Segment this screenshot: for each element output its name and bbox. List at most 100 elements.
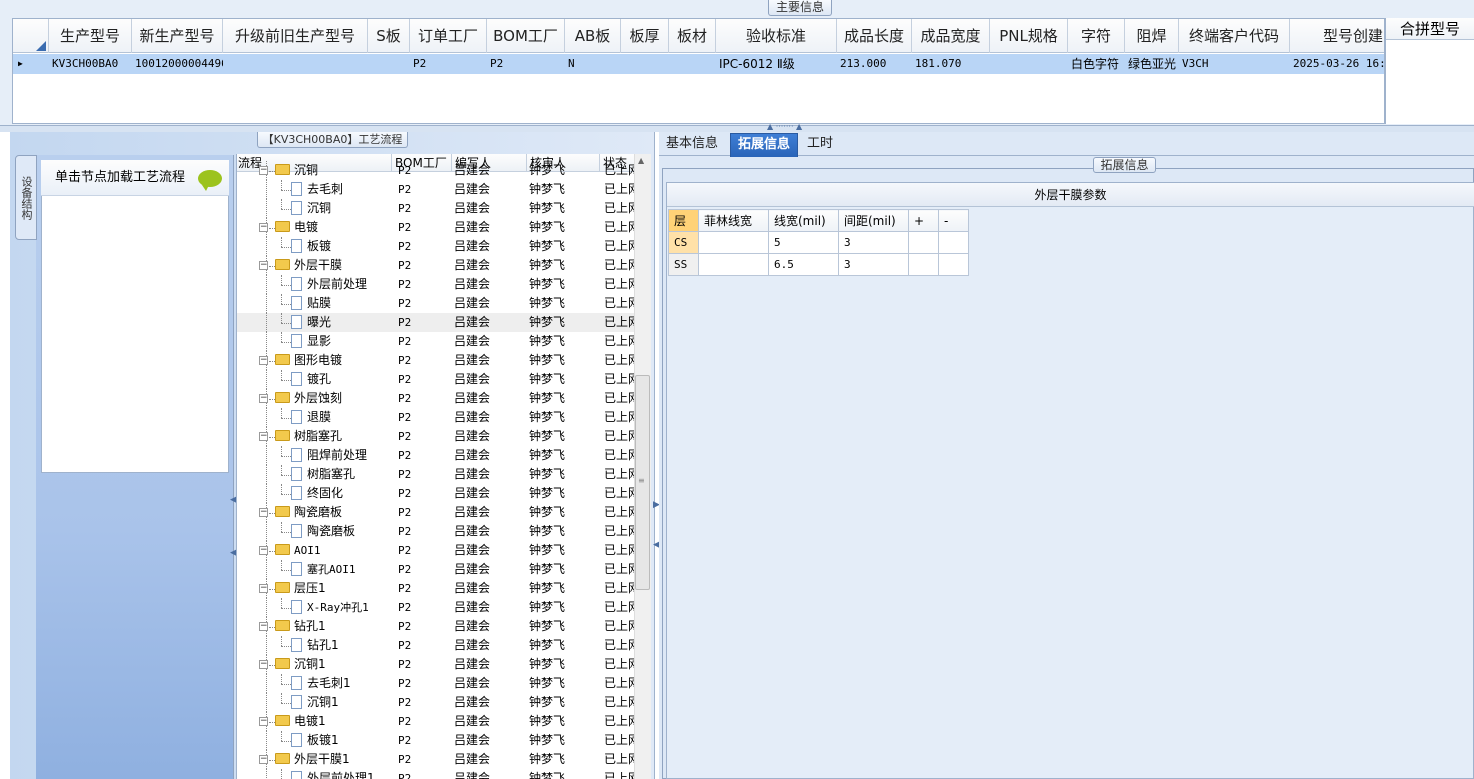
tree-row[interactable]: X-Ray冲孔1 P2 吕建会 钟梦飞 已上网 bbox=[237, 598, 640, 617]
grid-row[interactable]: ▶ KV3CH00BA0 10012000004496 P2 P2 N IPC-6012 Ⅱ… bbox=[13, 54, 1384, 74]
tree-cell-writer[interactable]: 吕建会 bbox=[454, 218, 524, 237]
tree-cell-factory[interactable]: P2 bbox=[398, 370, 448, 389]
tree-node-name[interactable]: 板镀1 bbox=[291, 731, 390, 750]
grid-cell[interactable]: KV3CH00BA0 bbox=[49, 54, 132, 74]
tree-cell-reviewer[interactable]: 钟梦飞 bbox=[529, 731, 599, 750]
tree-cell-reviewer[interactable]: 钟梦飞 bbox=[529, 769, 599, 779]
table-cell[interactable]: CS bbox=[668, 231, 699, 254]
tab-work-hours[interactable]: 工时 bbox=[800, 133, 840, 157]
tree-cell-reviewer[interactable]: 钟梦飞 bbox=[529, 503, 599, 522]
tree-node-name[interactable]: 阻焊前处理 bbox=[291, 446, 390, 465]
tree-cell-factory[interactable]: P2 bbox=[398, 465, 448, 484]
collapse-toggle-icon[interactable]: − bbox=[259, 622, 268, 631]
collapse-toggle-icon[interactable]: − bbox=[259, 432, 268, 441]
table-cell[interactable]: 3 bbox=[838, 231, 909, 254]
grid-cell[interactable] bbox=[621, 54, 669, 74]
tree-row[interactable]: − 电镀 P2 吕建会 钟梦飞 已上网 bbox=[237, 218, 640, 237]
tree-node-name[interactable]: 镀孔 bbox=[291, 370, 390, 389]
grid-column-header[interactable]: 升级前旧生产型号 bbox=[223, 19, 368, 53]
grid-cell[interactable]: 213.000 bbox=[837, 54, 912, 74]
table-row[interactable]: SS 6.5 3 bbox=[668, 253, 969, 276]
tree-cell-factory[interactable]: P2 bbox=[398, 731, 448, 750]
collapse-toggle-icon[interactable]: − bbox=[259, 660, 268, 669]
tree-cell-writer[interactable]: 吕建会 bbox=[454, 351, 524, 370]
tree-node-name[interactable]: 电镀1 bbox=[275, 712, 390, 731]
tree-cell-factory[interactable]: P2 bbox=[398, 427, 448, 446]
tree-cell-factory[interactable]: P2 bbox=[398, 332, 448, 351]
collapse-toggle-icon[interactable]: − bbox=[259, 584, 268, 593]
collapse-toggle-icon[interactable]: − bbox=[259, 755, 268, 764]
tree-node-name[interactable]: 层压1 bbox=[275, 579, 390, 598]
tree-cell-factory[interactable]: P2 bbox=[398, 522, 448, 541]
tree-cell-reviewer[interactable]: 钟梦飞 bbox=[529, 617, 599, 636]
tree-cell-writer[interactable]: 吕建会 bbox=[454, 541, 524, 560]
grid-column-header[interactable]: 阻焊 bbox=[1125, 19, 1179, 53]
tree-row[interactable]: − 层压1 P2 吕建会 钟梦飞 已上网 bbox=[237, 579, 640, 598]
grid-cell[interactable] bbox=[223, 54, 368, 74]
tree-cell-reviewer[interactable]: 钟梦飞 bbox=[529, 275, 599, 294]
grid-column-header[interactable]: 订单工厂 bbox=[410, 19, 487, 53]
tree-cell-reviewer[interactable]: 钟梦飞 bbox=[529, 256, 599, 275]
tree-row[interactable]: − 钻孔1 P2 吕建会 钟梦飞 已上网 bbox=[237, 617, 640, 636]
tree-cell-factory[interactable]: P2 bbox=[398, 218, 448, 237]
table-cell[interactable] bbox=[938, 253, 969, 276]
grid-column-header[interactable]: PNL规格 bbox=[990, 19, 1068, 53]
grid-column-header[interactable]: 验收标准 bbox=[716, 19, 837, 53]
tree-row[interactable]: 去毛刺1 P2 吕建会 钟梦飞 已上网 bbox=[237, 674, 640, 693]
tree-node-name[interactable]: X-Ray冲孔1 bbox=[291, 598, 390, 617]
tree-cell-writer[interactable]: 吕建会 bbox=[454, 731, 524, 750]
tree-node-name[interactable]: 塞孔AOI1 bbox=[291, 560, 390, 579]
grid-cell[interactable]: 绿色亚光 bbox=[1125, 54, 1179, 74]
grid-column-header[interactable]: 型号创建 bbox=[1290, 19, 1384, 53]
tree-node-name[interactable]: 终固化 bbox=[291, 484, 390, 503]
tree-node-name[interactable]: 树脂塞孔 bbox=[275, 427, 390, 446]
tree-row[interactable]: 去毛刺 P2 吕建会 钟梦飞 已上网 bbox=[237, 180, 640, 199]
tree-node-name[interactable]: 沉铜 bbox=[275, 161, 390, 180]
tree-row[interactable]: 板镀 P2 吕建会 钟梦飞 已上网 bbox=[237, 237, 640, 256]
tree-cell-reviewer[interactable]: 钟梦飞 bbox=[529, 465, 599, 484]
collapse-toggle-icon[interactable]: − bbox=[259, 261, 268, 270]
tree-row[interactable]: 钻孔1 P2 吕建会 钟梦飞 已上网 bbox=[237, 636, 640, 655]
tree-node-name[interactable]: AOI1 bbox=[275, 541, 390, 560]
tree-cell-writer[interactable]: 吕建会 bbox=[454, 389, 524, 408]
tree-row[interactable]: − 树脂塞孔 P2 吕建会 钟梦飞 已上网 bbox=[237, 427, 640, 446]
grid-cell[interactable]: V3CH bbox=[1179, 54, 1290, 74]
grid-column-header[interactable]: S板 bbox=[368, 19, 410, 53]
tree-node-name[interactable]: 陶瓷磨板 bbox=[291, 522, 390, 541]
tree-cell-factory[interactable]: P2 bbox=[398, 446, 448, 465]
tree-cell-reviewer[interactable]: 钟梦飞 bbox=[529, 712, 599, 731]
tree-cell-writer[interactable]: 吕建会 bbox=[454, 503, 524, 522]
tree-row[interactable]: 退膜 P2 吕建会 钟梦飞 已上网 bbox=[237, 408, 640, 427]
tree-node-name[interactable]: 外层前处理 bbox=[291, 275, 390, 294]
tree-cell-reviewer[interactable]: 钟梦飞 bbox=[529, 484, 599, 503]
collapse-toggle-icon[interactable]: − bbox=[259, 356, 268, 365]
grid-column-header[interactable]: 终端客户代码 bbox=[1179, 19, 1290, 53]
tree-row[interactable]: − 沉铜 P2 吕建会 钟梦飞 已上网 bbox=[237, 161, 640, 180]
table-cell[interactable]: SS bbox=[668, 253, 699, 276]
tree-cell-factory[interactable]: P2 bbox=[398, 199, 448, 218]
tree-node-name[interactable]: 电镀 bbox=[275, 218, 390, 237]
tree-cell-factory[interactable]: P2 bbox=[398, 408, 448, 427]
grid-cell[interactable]: 10012000004496 bbox=[132, 54, 223, 74]
tree-cell-reviewer[interactable]: 钟梦飞 bbox=[529, 408, 599, 427]
vertical-scroll-thumb[interactable]: ≡ bbox=[635, 375, 650, 590]
tree-node-name[interactable]: 钻孔1 bbox=[291, 636, 390, 655]
grid-column-header[interactable]: 成品长度 bbox=[837, 19, 912, 53]
tree-node-name[interactable]: 沉铜1 bbox=[275, 655, 390, 674]
collapse-toggle-icon[interactable]: − bbox=[259, 166, 268, 175]
scroll-up-icon[interactable]: ▲ bbox=[638, 156, 644, 165]
tree-cell-reviewer[interactable]: 钟梦飞 bbox=[529, 199, 599, 218]
tree-row[interactable]: 阻焊前处理 P2 吕建会 钟梦飞 已上网 bbox=[237, 446, 640, 465]
tree-cell-reviewer[interactable]: 钟梦飞 bbox=[529, 180, 599, 199]
tree-cell-writer[interactable]: 吕建会 bbox=[454, 294, 524, 313]
tree-cell-factory[interactable]: P2 bbox=[398, 712, 448, 731]
tree-node-name[interactable]: 外层前处理1 bbox=[291, 769, 390, 779]
table-header-cell[interactable]: + bbox=[908, 209, 939, 232]
grid-column-header[interactable]: 新生产型号 bbox=[132, 19, 223, 53]
tree-cell-reviewer[interactable]: 钟梦飞 bbox=[529, 351, 599, 370]
tree-node-name[interactable]: 外层干膜1 bbox=[275, 750, 390, 769]
tree-cell-factory[interactable]: P2 bbox=[398, 560, 448, 579]
collapse-toggle-icon[interactable]: − bbox=[259, 546, 268, 555]
tree-cell-reviewer[interactable]: 钟梦飞 bbox=[529, 693, 599, 712]
grid-cell[interactable]: P2 bbox=[487, 54, 565, 74]
